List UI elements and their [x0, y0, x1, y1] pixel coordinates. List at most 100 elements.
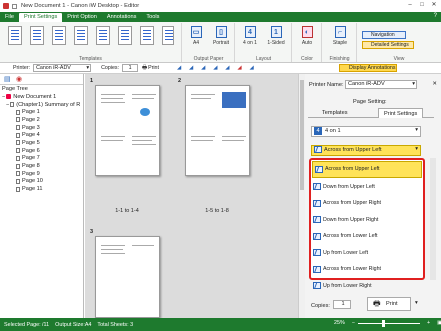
total-sheets-status: Total Sheets: 3 [97, 321, 134, 328]
order-option-label: Up from Lower Left [323, 249, 369, 256]
tree-page[interactable]: Page 9 [2, 170, 80, 178]
page-icon [16, 186, 20, 192]
print-button[interactable]: Print [148, 65, 159, 71]
print-toolbar: Printer: Canon iR-ADV ▾ Copies: 1 🖶 Print… [0, 63, 441, 74]
sheet-thumbnail[interactable] [95, 236, 160, 318]
sided-button[interactable]: 1 1-Sided [264, 26, 288, 46]
detailed-settings-button[interactable]: Detailed Settings [362, 41, 414, 49]
template-thumb[interactable] [96, 26, 110, 45]
template-thumb[interactable] [118, 26, 132, 45]
quick-access-icon[interactable] [12, 3, 17, 9]
tree-page[interactable]: Page 3 [2, 124, 80, 132]
copies-input[interactable]: 1 [122, 64, 139, 72]
minimize-button[interactable]: – [404, 1, 416, 10]
settings-tabs: Templates Print Settings [308, 108, 434, 118]
staple-button[interactable]: ⌐ Staple [327, 26, 353, 46]
tab-annotations[interactable]: Annotations [102, 13, 142, 22]
a4-button[interactable]: ▭ A4 [187, 26, 205, 46]
template-thumb[interactable] [30, 26, 44, 45]
close-button[interactable]: ✕ [428, 1, 440, 10]
tab-print-settings-panel[interactable]: Print Settings [378, 108, 424, 118]
tab-print-settings[interactable]: Print Settings [19, 13, 63, 22]
text-line [101, 245, 125, 246]
help-icon[interactable]: ? [434, 13, 437, 19]
preview-scrollbar[interactable] [298, 74, 305, 318]
page-order-dropdown: Across from Upper Left Down from Upper L… [309, 158, 425, 290]
toolbar-tool-icon[interactable]: ◢ [177, 65, 181, 71]
tab-tools[interactable]: Tools [141, 13, 164, 22]
color-auto-button[interactable]: ◐ Auto [297, 26, 317, 46]
template-thumb[interactable] [140, 26, 154, 45]
tree-root[interactable]: − New Document 1 [2, 93, 80, 101]
printer-select[interactable]: Canon iR-ADV ▾ [33, 64, 92, 72]
tree-page[interactable]: Page 8 [2, 162, 80, 170]
tab-templates[interactable]: Templates [322, 110, 348, 116]
tree-chapter[interactable]: − (Chapter1) Summary of R [2, 101, 80, 109]
maximize-button[interactable]: □ [416, 1, 428, 10]
order-option-label: Across from Upper Right [323, 200, 381, 207]
tree-page[interactable]: Page 7 [2, 155, 80, 163]
sheet-thumbnail[interactable] [185, 85, 250, 176]
tab-print-option[interactable]: Print Option [62, 13, 102, 22]
collapse-icon[interactable]: − [2, 94, 5, 100]
collapse-icon[interactable]: − [6, 102, 9, 108]
tree-page[interactable]: Page 5 [2, 139, 80, 147]
print-button-panel[interactable]: 🖶 Print [367, 297, 411, 311]
tab-file[interactable]: File [0, 13, 19, 22]
toolbar-tool-icon[interactable]: ◢ [189, 65, 193, 71]
view-group: Navigation Detailed Settings View [358, 23, 440, 62]
tree-page[interactable]: Page 1 [2, 108, 80, 116]
zoom-out-icon[interactable]: − [352, 320, 355, 326]
sided-label: 1-Sided [267, 40, 285, 46]
zoom-in-icon[interactable]: + [427, 320, 430, 326]
page-order-select[interactable]: Across from Upper Left ▾ [311, 145, 421, 156]
tree-page[interactable]: Page 11 [2, 185, 80, 193]
tree-page[interactable]: Page 2 [2, 116, 80, 124]
tree-page[interactable]: Page 10 [2, 178, 80, 186]
toolbar-tool-icon[interactable]: ◢ [225, 65, 229, 71]
order-option[interactable]: Up from Lower Left [311, 245, 423, 262]
order-option[interactable]: Across from Lower Right [311, 261, 423, 278]
template-thumb[interactable] [162, 26, 174, 45]
order-option[interactable]: Across from Upper Right [311, 195, 423, 212]
document-icon[interactable]: ▤ [4, 75, 11, 83]
pin-icon[interactable]: ✕ [432, 81, 437, 87]
printer-name-select[interactable]: Canon iR-ADV ▾ [345, 80, 417, 89]
preview-area[interactable]: 1 1-1 to 1-4 2 1-5 to 1-8 3 [85, 74, 298, 318]
template-thumb[interactable] [52, 26, 66, 45]
layout-select[interactable]: 44 on 1 ▾ [311, 126, 421, 137]
order-option[interactable]: Up from Lower Right [311, 278, 423, 295]
template-thumb[interactable] [8, 26, 22, 45]
display-annotations-button[interactable]: Display Annotations [339, 64, 397, 72]
portrait-button[interactable]: ▯ Portrait [209, 26, 233, 46]
copies-input-panel[interactable]: 1 [333, 300, 351, 309]
text-line [101, 136, 125, 137]
print-icon[interactable]: 🖶 [142, 64, 147, 73]
toolbar-tool-icon[interactable]: ◢ [201, 65, 205, 71]
settings-scrollbar[interactable] [430, 158, 436, 280]
order-option[interactable]: Down from Upper Left [311, 179, 423, 196]
copies-label-panel: Copies: [311, 303, 330, 309]
page-tree-toolbar: ▤ ◉ [0, 74, 83, 85]
zoom-slider[interactable] [357, 319, 420, 327]
toolbar-tool-icon[interactable]: ◢ [213, 65, 217, 71]
n-on-1-button[interactable]: 4 4 on 1 [240, 26, 260, 46]
order-option[interactable]: Across from Upper Left [312, 161, 422, 178]
add-icon[interactable]: ◉ [16, 75, 22, 83]
staple-icon: ⌐ [334, 26, 346, 38]
sheet-thumbnail[interactable] [95, 85, 160, 176]
order-option[interactable]: Down from Upper Right [311, 212, 423, 229]
template-thumb[interactable] [74, 26, 88, 45]
tree-page[interactable]: Page 4 [2, 131, 80, 139]
chevron-down-icon[interactable]: ▾ [415, 300, 418, 306]
navigation-button[interactable]: Navigation [362, 31, 406, 39]
group-label-finishing: Finishing [329, 56, 350, 62]
fit-icon[interactable]: ▣ [437, 320, 441, 326]
order-option[interactable]: Across from Lower Left [311, 228, 423, 245]
group-label-color: Color [301, 56, 313, 62]
order-icon [313, 232, 321, 240]
tree-page[interactable]: Page 6 [2, 147, 80, 155]
toolbar-tool-icon[interactable]: ◢ [249, 65, 253, 71]
scrollbar-thumb[interactable] [300, 80, 304, 190]
toolbar-tool-icon[interactable]: ◢ [237, 65, 241, 71]
